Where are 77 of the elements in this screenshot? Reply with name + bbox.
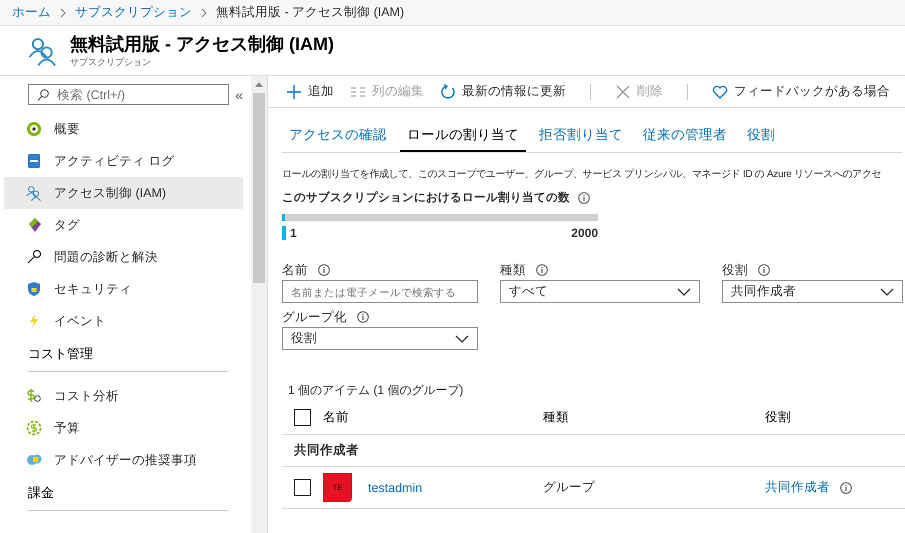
cloud-icon xyxy=(26,452,42,468)
refresh-icon xyxy=(440,84,456,100)
sidebar-item[interactable]: コスト分析 xyxy=(4,380,243,412)
sidebar-item[interactable]: アクティビティ ログ xyxy=(4,145,243,177)
toolbar-button[interactable]: 最新の情報に更新 xyxy=(440,83,566,100)
close-icon xyxy=(615,84,631,100)
tag-icon xyxy=(26,217,42,233)
tab[interactable]: ロールの割り当て xyxy=(400,122,526,152)
breadcrumb-current: 無料試用版 - アクセス制御 (IAM) xyxy=(216,4,404,21)
chevron-down-icon xyxy=(455,334,469,342)
dropdown[interactable]: 役割 xyxy=(282,327,478,350)
field-label: 種類 xyxy=(500,262,526,278)
info-icon xyxy=(840,482,852,494)
column-header: 役割 xyxy=(765,409,791,426)
select-all-checkbox[interactable] xyxy=(294,409,311,426)
collapse-button[interactable]: « xyxy=(235,86,243,102)
info-icon xyxy=(357,311,369,323)
name-search-field[interactable]: 名前または電子メールで検索する xyxy=(282,280,478,303)
tab[interactable]: アクセスの確認 xyxy=(282,122,394,152)
breadcrumb-link[interactable]: サブスクリプション xyxy=(75,4,192,21)
sidebar-item[interactable]: セキュリティ xyxy=(4,273,243,305)
toolbar-button[interactable]: 追加 xyxy=(286,83,334,100)
name-link[interactable]: testadmin xyxy=(368,480,543,494)
tab[interactable]: 役割 xyxy=(740,122,782,152)
sidebar-item[interactable]: イベント xyxy=(4,305,243,337)
people-icon xyxy=(28,36,58,66)
chevron-right-icon xyxy=(200,8,208,18)
role-link[interactable]: 共同作成者 xyxy=(765,479,830,496)
page-title: 無料試用版 - アクセス制御 (IAM) xyxy=(70,33,334,56)
breadcrumb-link[interactable]: ホーム xyxy=(12,4,51,21)
item-count: 1 個のアイテム (1 個のグループ) xyxy=(288,382,464,399)
dropdown[interactable]: すべて xyxy=(500,280,700,303)
sidebar-item[interactable]: 予算 xyxy=(4,412,243,444)
column-header: 名前 xyxy=(323,409,350,426)
scroll-up-icon xyxy=(255,82,263,87)
search-field[interactable]: 検索 (Ctrl+/) xyxy=(28,84,230,105)
quota-current: 1 xyxy=(282,226,297,240)
info-icon xyxy=(536,264,548,276)
column-header: 種類 xyxy=(543,409,570,426)
tab[interactable]: 従来の管理者 xyxy=(636,122,734,152)
sidebar-item[interactable]: アクセス制御 (IAM) xyxy=(4,177,243,209)
search-icon xyxy=(37,88,49,100)
chevron-down-icon xyxy=(880,288,894,296)
row-checkbox[interactable] xyxy=(294,479,311,496)
field-label: 名前 xyxy=(282,262,308,278)
people-icon xyxy=(26,185,42,201)
field-label: グループ化 xyxy=(282,308,347,326)
table-cell-text: グループ xyxy=(543,479,596,496)
info-icon xyxy=(578,192,590,204)
sidebar-item[interactable]: タグ xyxy=(4,209,243,241)
book-icon xyxy=(26,153,42,169)
toolbar-button[interactable]: フィードバックがある場合 xyxy=(712,83,890,100)
avatar: TE xyxy=(323,473,352,502)
quota-max: 2000 xyxy=(571,226,598,240)
section-heading: コスト管理 xyxy=(28,345,228,372)
description-text: ロールの割り当てを作成して、このスコープでユーザー、グループ、サービス プリンシパル、マネージド ID の Azure リソースへのアクセ xyxy=(282,168,882,181)
info-icon xyxy=(318,264,330,276)
overview-icon xyxy=(26,121,42,137)
plus-icon xyxy=(286,84,302,100)
sidebar-item[interactable]: アドバイザーの推奨事項 xyxy=(4,444,243,476)
quota-label: このサブスクリプションにおけるロール割り当ての数 xyxy=(282,190,570,205)
dollar-search-icon xyxy=(26,388,42,404)
chevron-down-icon xyxy=(677,288,691,296)
dollar-circle-icon xyxy=(26,420,42,436)
scrollbar-thumb[interactable] xyxy=(253,93,265,283)
info-icon xyxy=(758,264,770,276)
heart-icon xyxy=(712,84,728,100)
section-heading: 課金 xyxy=(28,484,228,511)
shield-icon xyxy=(26,281,42,297)
field-label: 役割 xyxy=(722,262,748,278)
chevron-right-icon xyxy=(59,8,67,18)
tab[interactable]: 拒否割り当て xyxy=(532,122,630,152)
dropdown[interactable]: 共同作成者 xyxy=(722,280,903,303)
group-heading: 共同作成者 xyxy=(282,435,905,467)
sidebar-item[interactable]: 問題の診断と解決 xyxy=(4,241,243,273)
page-subtitle: サブスクリプション xyxy=(70,56,152,69)
sidebar-item[interactable]: 概要 xyxy=(4,113,243,145)
